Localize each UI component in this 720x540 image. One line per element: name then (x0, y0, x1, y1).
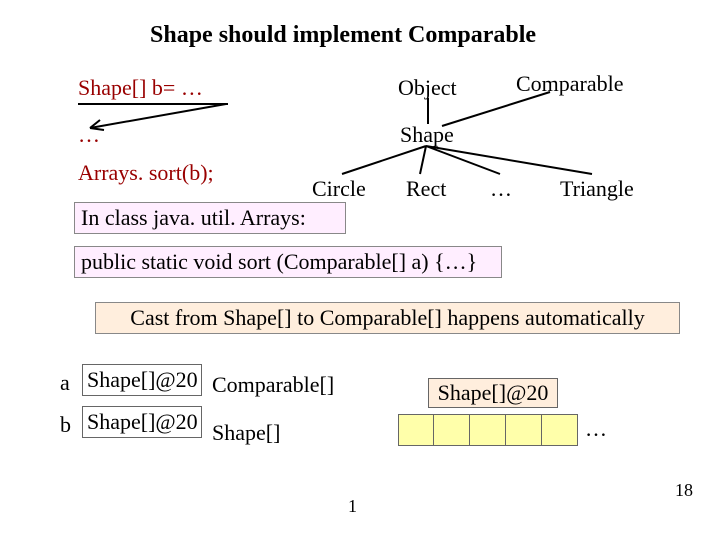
var-a-value: Shape[]@20 (82, 364, 202, 396)
caption-sort-sig: public static void sort (Comparable[] a)… (74, 246, 502, 278)
arrow-underline-l1 (78, 90, 238, 134)
object-header: Shape[]@20 (428, 378, 558, 408)
array-cell (398, 414, 434, 446)
object-cells: … (398, 414, 614, 446)
array-cell (542, 414, 578, 446)
type-comparable-arr: Comparable[] (212, 372, 334, 398)
array-cell (506, 414, 542, 446)
array-cell-ellipsis: … (578, 414, 614, 446)
page-title: Shape should implement Comparable (150, 22, 536, 49)
page-number: 18 (675, 480, 693, 501)
code-line-3: Arrays. sort(b); (78, 160, 214, 186)
type-shape-arr: Shape[] (212, 420, 280, 446)
tree-edges (300, 70, 660, 190)
var-b-value: Shape[]@20 (82, 406, 202, 438)
caption-auto-cast: Cast from Shape[] to Comparable[] happen… (95, 302, 680, 334)
var-b-label: b (60, 412, 71, 438)
caption-arrays-class: In class java. util. Arrays: (74, 202, 346, 234)
array-cell (470, 414, 506, 446)
array-cell (434, 414, 470, 446)
var-a-label: a (60, 370, 70, 396)
bottom-number: 1 (348, 496, 357, 517)
